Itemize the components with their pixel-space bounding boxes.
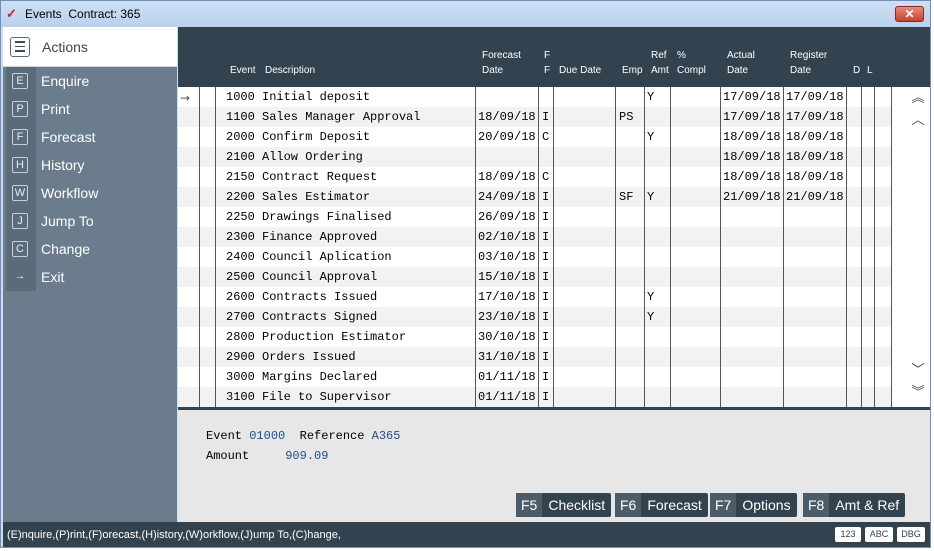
options-button[interactable]: F7 Options xyxy=(710,493,797,517)
col-header-ref-amt-2[interactable]: Amt xyxy=(651,63,669,78)
debug-mode-badge: DBG xyxy=(897,527,925,542)
actions-sidebar: Actions E Enquire P Print F Forecast H Histo… xyxy=(3,27,177,522)
table-row[interactable]: 2700 Contracts Signed 23/10/18 I Y xyxy=(178,307,891,327)
col-header-register-date-1[interactable]: Register xyxy=(790,48,827,63)
table-row[interactable]: 3100 File to Supervisor 01/11/18 I xyxy=(178,387,891,407)
col-header-d[interactable]: D xyxy=(853,63,860,78)
events-grid: → 1000 Initial deposit Y 17/09/18 17/09/… xyxy=(178,87,930,407)
table-row[interactable]: 3000 Margins Declared 01/11/18 I xyxy=(178,367,891,387)
amount-value: 909.09 xyxy=(285,449,329,463)
table-row[interactable]: 2900 Orders Issued 31/10/18 I xyxy=(178,347,891,367)
actions-title: Actions xyxy=(42,38,88,55)
status-bar: (E)nquire,(P)rint,(F)orecast,(H)istory,(… xyxy=(3,522,930,547)
table-row[interactable]: 2500 Council Approval 15/10/18 I xyxy=(178,267,891,287)
key-h-icon: H xyxy=(12,157,28,173)
event-label: Event xyxy=(206,429,243,443)
col-header-pct-compl-2[interactable]: Compl xyxy=(677,63,706,78)
col-header-description[interactable]: Description xyxy=(265,63,315,78)
table-row[interactable]: 2400 Council Aplication 03/10/18 I xyxy=(178,247,891,267)
forecast-button[interactable]: F6 Forecast xyxy=(615,493,708,517)
table-row[interactable]: 2250 Drawings Finalised 26/09/18 I xyxy=(178,207,891,227)
amount-label: Amount xyxy=(206,449,250,463)
menu-item-jump-to[interactable]: J Jump To xyxy=(3,207,177,235)
menu-label: Enquire xyxy=(41,73,90,89)
menu-label: Change xyxy=(41,241,91,257)
menu-label: History xyxy=(41,157,85,173)
col-header-ref-amt-1[interactable]: Ref xyxy=(651,48,667,63)
checklist-button[interactable]: F5 Checklist xyxy=(516,493,612,517)
caps-mode-badge: ABC xyxy=(865,527,893,542)
col-header-actual-date-2[interactable]: Date xyxy=(727,63,748,78)
scroll-to-bottom-icon[interactable]: ︾ xyxy=(909,385,927,401)
scroll-down-icon[interactable]: ﹀ xyxy=(909,363,927,379)
col-header-register-date-2[interactable]: Date xyxy=(790,63,811,78)
menu-item-enquire[interactable]: E Enquire xyxy=(3,67,177,95)
menu-item-history[interactable]: H History xyxy=(3,151,177,179)
col-header-emp[interactable]: Emp xyxy=(622,63,643,78)
app-logo-icon: ✓ xyxy=(6,6,17,21)
amt-ref-button[interactable]: F8 Amt & Ref xyxy=(803,493,906,517)
actions-header: Actions xyxy=(3,27,177,67)
col-header-event[interactable]: Event xyxy=(230,63,256,78)
reference-value: A365 xyxy=(371,429,401,443)
menu-label: Forecast xyxy=(41,129,96,145)
current-row-arrow-icon: → xyxy=(180,91,191,105)
detail-amount-line: Amount 909.09 xyxy=(206,449,328,463)
table-row[interactable]: 2300 Finance Approved 02/10/18 I xyxy=(178,227,891,247)
col-header-actual-date-1[interactable]: Actual xyxy=(727,48,755,63)
table-row[interactable]: 2150 Contract Request 18/09/18 C 18/09/1… xyxy=(178,167,891,187)
numeric-mode-badge: 123 xyxy=(835,527,861,542)
event-value: 01000 xyxy=(249,429,286,443)
menu-label: Workflow xyxy=(41,185,99,201)
menu-item-print[interactable]: P Print xyxy=(3,95,177,123)
menu-item-exit[interactable]: → Exit xyxy=(3,263,177,291)
col-header-pct-compl-1[interactable]: % xyxy=(677,48,686,63)
table-row[interactable]: 2200 Sales Estimator 24/09/18 I SF Y 21/… xyxy=(178,187,891,207)
table-row[interactable]: 2800 Production Estimator 30/10/18 I xyxy=(178,327,891,347)
key-p-icon: P xyxy=(12,101,28,117)
table-row[interactable]: 2600 Contracts Issued 17/10/18 I Y xyxy=(178,287,891,307)
scroll-to-top-icon[interactable]: ︽ xyxy=(909,91,927,107)
key-e-icon: E xyxy=(12,73,28,89)
close-button[interactable]: ✕ xyxy=(895,6,924,22)
events-panel: Event Description Forecast Date F F Due … xyxy=(178,27,930,522)
menu-label: Jump To xyxy=(41,213,94,229)
menu-item-workflow[interactable]: W Workflow xyxy=(3,179,177,207)
status-shortcuts-text: (E)nquire,(P)rint,(F)orecast,(H)istory,(… xyxy=(7,528,341,541)
table-row[interactable]: 2000 Confirm Deposit 20/09/18 C Y 18/09/… xyxy=(178,127,891,147)
menu-label: Print xyxy=(41,101,70,117)
col-header-forecast-date-2[interactable]: Date xyxy=(482,63,503,78)
exit-arrow-icon: → xyxy=(14,270,26,282)
menu-item-change[interactable]: C Change xyxy=(3,235,177,263)
col-header-l[interactable]: L xyxy=(867,63,873,78)
key-c-icon: C xyxy=(12,241,28,257)
key-w-icon: W xyxy=(12,185,28,201)
actions-menu: E Enquire P Print F Forecast H History W Work… xyxy=(3,67,177,291)
col-header-forecast-date-1[interactable]: Forecast xyxy=(482,48,521,63)
menu-item-forecast[interactable]: F Forecast xyxy=(3,123,177,151)
scroll-up-icon[interactable]: ︿ xyxy=(909,113,927,129)
table-row[interactable]: 2100 Allow Ordering 18/09/18 18/09/18 xyxy=(178,147,891,167)
grid-header: Event Description Forecast Date F F Due … xyxy=(178,27,930,87)
events-window: ✓ Events Contract: 365 ✕ Actions E Enquir… xyxy=(0,0,931,548)
table-row[interactable]: → 1000 Initial deposit Y 17/09/18 17/09/… xyxy=(178,87,891,107)
title-bar: ✓ Events Contract: 365 ✕ xyxy=(1,1,930,27)
col-header-ff-1[interactable]: F xyxy=(544,48,550,63)
table-row[interactable]: 1100 Sales Manager Approval 18/09/18 I P… xyxy=(178,107,891,127)
menu-icon xyxy=(10,36,30,57)
key-j-icon: J xyxy=(12,213,28,229)
col-header-due-date[interactable]: Due Date xyxy=(559,63,601,78)
reference-label: Reference xyxy=(299,429,365,443)
menu-label: Exit xyxy=(41,269,65,285)
col-header-ff-2[interactable]: F xyxy=(544,63,550,78)
key-f-icon: F xyxy=(12,129,28,145)
window-title: Events Contract: 365 xyxy=(25,7,141,21)
detail-event-line: Event 01000 Reference A365 xyxy=(206,429,400,443)
